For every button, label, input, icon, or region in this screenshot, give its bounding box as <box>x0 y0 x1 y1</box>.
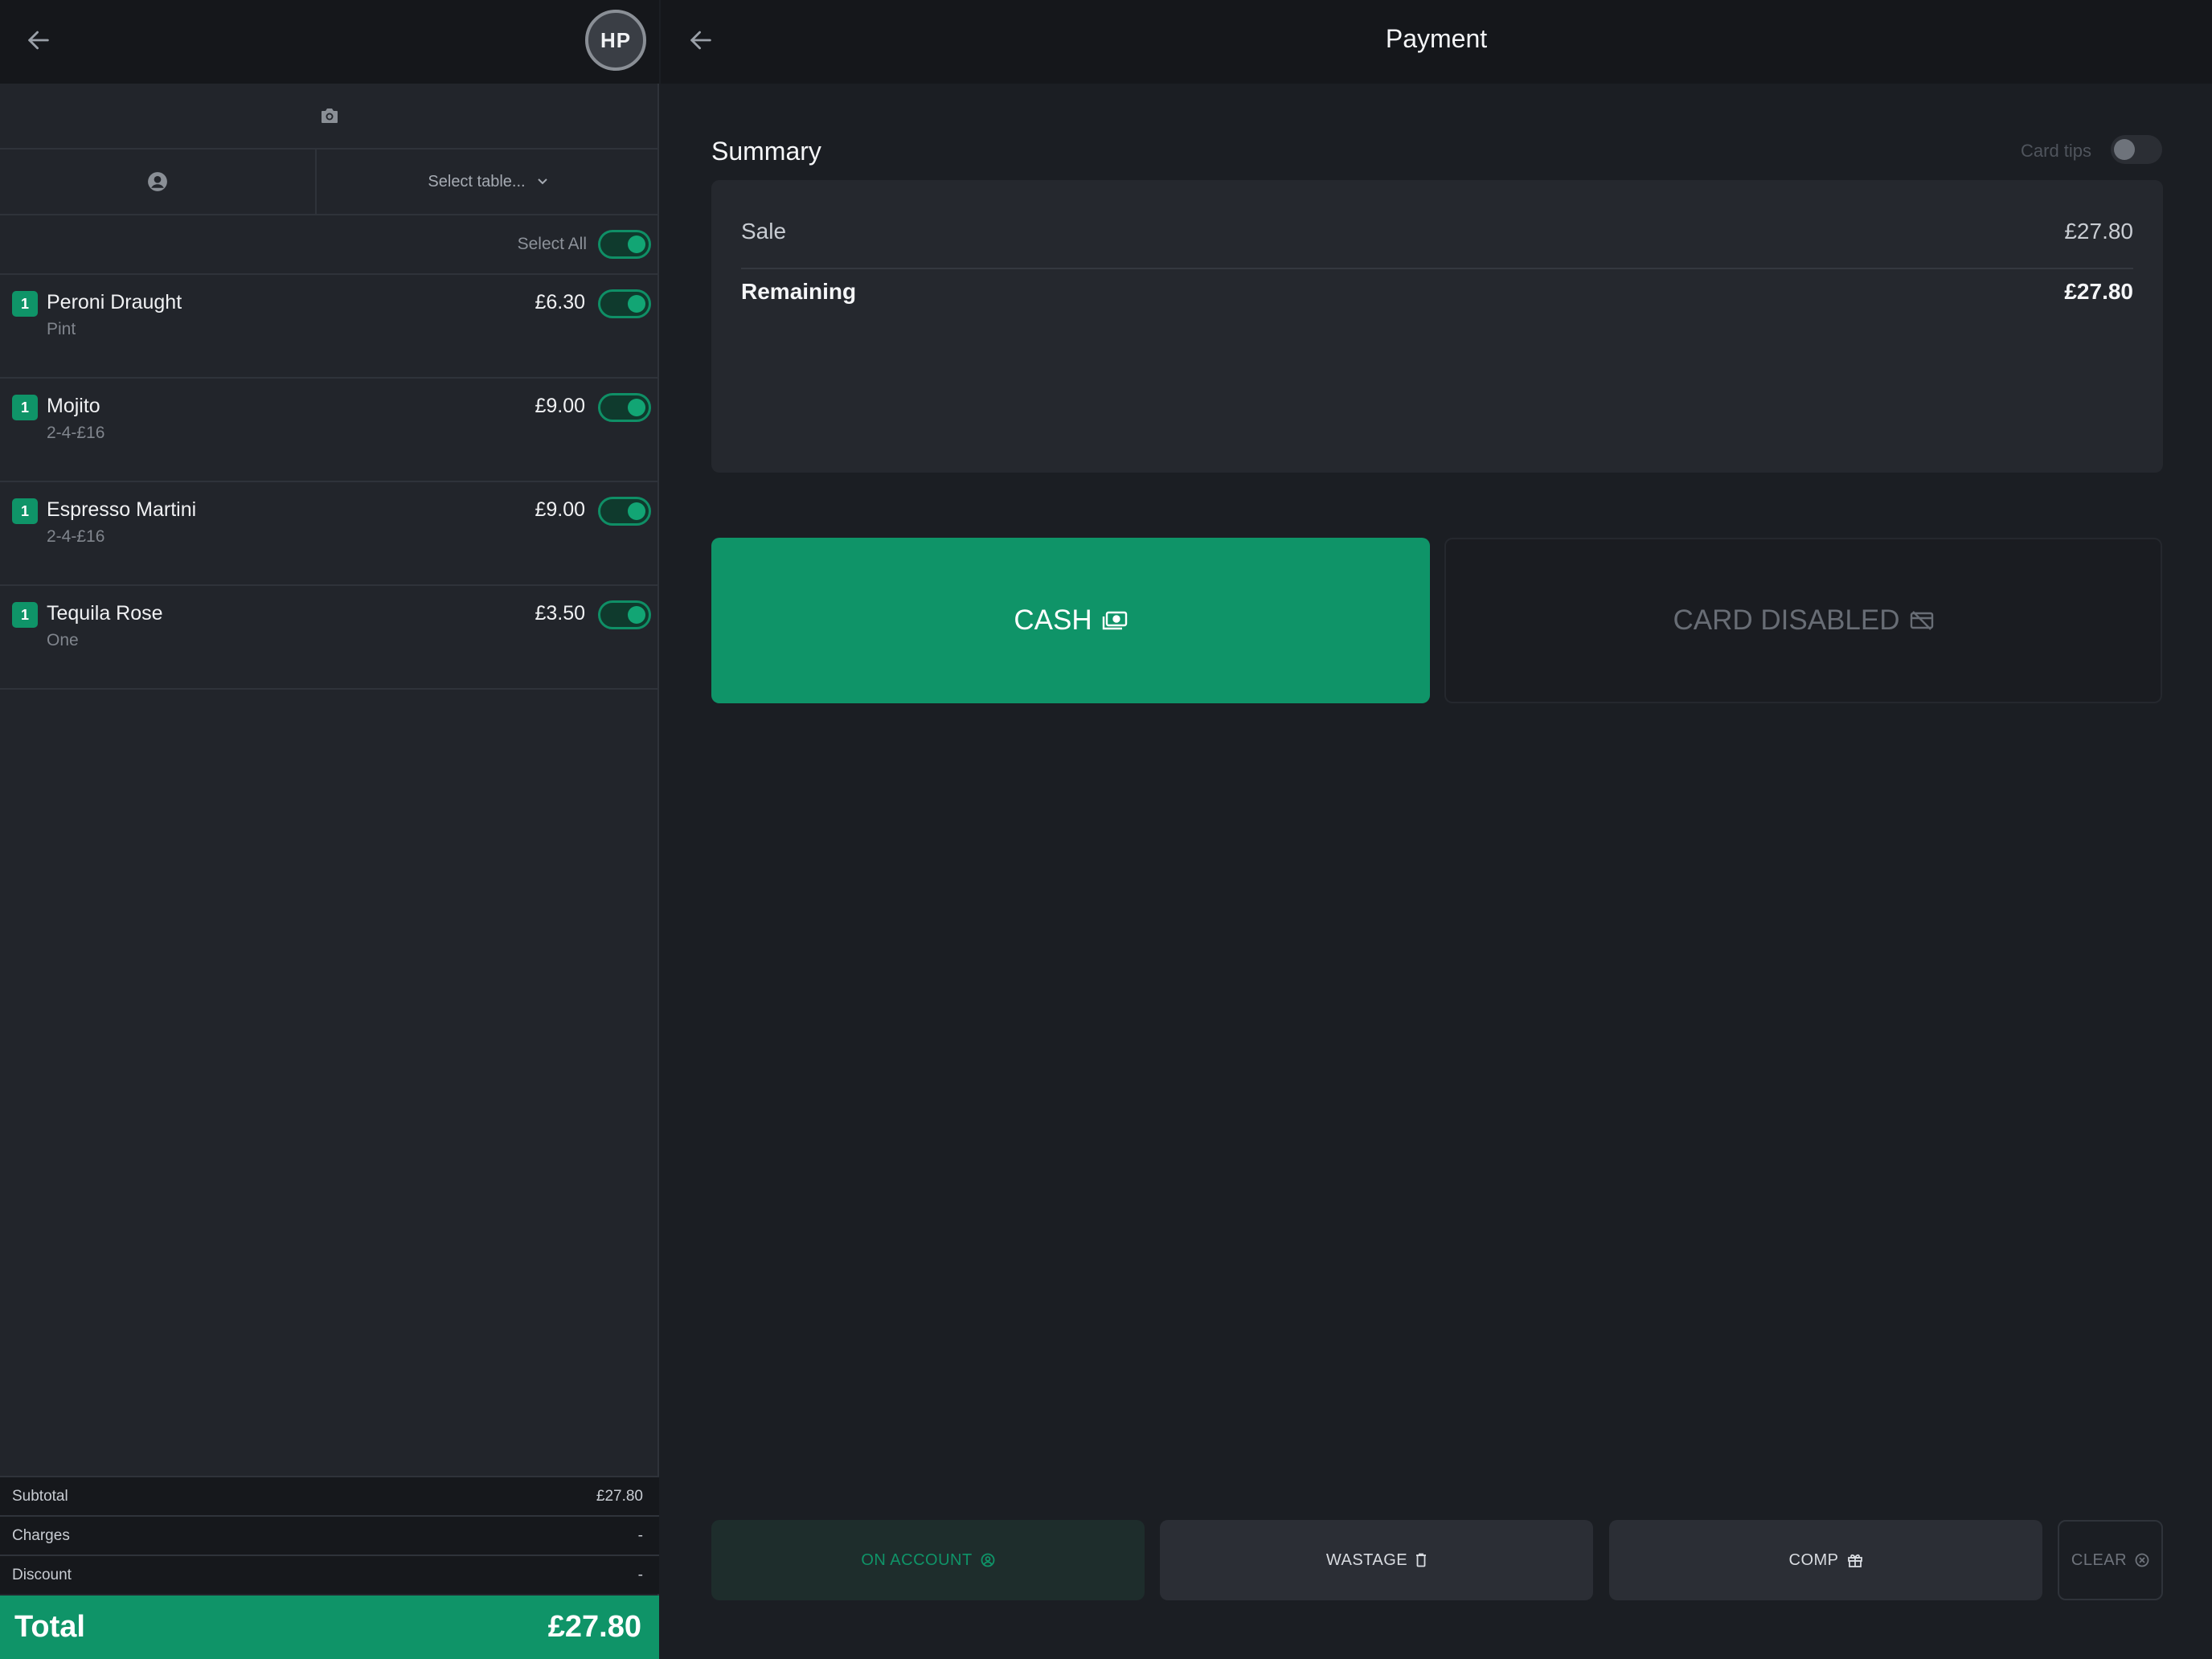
item-name: Mojito <box>47 395 100 417</box>
order-header: HP <box>0 0 659 84</box>
total-label: Total <box>14 1610 85 1644</box>
summary-box: Sale £27.80 Remaining £27.80 <box>711 180 2163 473</box>
item-price: £3.50 <box>535 602 585 625</box>
card-label: CARD DISABLED <box>1673 604 1900 636</box>
charges-label: Charges <box>12 1526 70 1544</box>
trash-icon <box>1416 1553 1427 1567</box>
wastage-button[interactable]: WASTAGE <box>1160 1520 1593 1600</box>
item-select-toggle[interactable] <box>598 393 651 422</box>
on-account-label: ON ACCOUNT <box>861 1550 973 1569</box>
clear-button[interactable]: CLEAR <box>2058 1520 2163 1600</box>
comp-button[interactable]: COMP <box>1609 1520 2042 1600</box>
arrow-left-icon <box>28 31 49 50</box>
select-all-label: Select All <box>517 235 587 253</box>
user-avatar[interactable]: HP <box>585 10 646 71</box>
item-qty-badge: 1 <box>12 498 38 524</box>
sale-value: £27.80 <box>2064 219 2133 244</box>
card-tips-label: Card tips <box>2021 141 2092 161</box>
customer-table-row: Select table... <box>0 150 659 215</box>
order-item[interactable]: 1 Peroni Draught Pint £6.30 <box>0 275 659 379</box>
item-variant: 2-4-£16 <box>47 424 105 442</box>
sale-row: Sale £27.80 <box>741 219 2133 244</box>
summary-divider <box>741 268 2133 269</box>
total-bar: Total £27.80 <box>0 1596 659 1659</box>
order-item[interactable]: 1 Espresso Martini 2-4-£16 £9.00 <box>0 482 659 586</box>
item-price: £9.00 <box>535 498 585 521</box>
order-item[interactable]: 1 Mojito 2-4-£16 £9.00 <box>0 379 659 482</box>
item-qty-badge: 1 <box>12 395 38 420</box>
customer-button[interactable] <box>0 150 317 214</box>
item-variant: 2-4-£16 <box>47 527 105 546</box>
item-qty-badge: 1 <box>12 602 38 628</box>
item-qty-badge: 1 <box>12 291 38 317</box>
item-select-toggle[interactable] <box>598 497 651 526</box>
summary-title: Summary <box>711 137 821 166</box>
item-select-toggle[interactable] <box>598 600 651 629</box>
item-name: Tequila Rose <box>47 602 163 625</box>
cash-label: CASH <box>1014 604 1092 636</box>
item-variant: Pint <box>47 320 76 338</box>
comp-label: COMP <box>1788 1550 1839 1569</box>
select-all-row: Select All <box>0 215 659 275</box>
item-variant: One <box>47 631 79 649</box>
remaining-label: Remaining <box>741 279 857 304</box>
chevron-down-icon <box>537 178 547 185</box>
item-select-toggle[interactable] <box>598 289 651 318</box>
discount-label: Discount <box>12 1566 72 1583</box>
total-value: £27.80 <box>547 1610 641 1644</box>
camera-icon <box>322 109 338 123</box>
wastage-label: WASTAGE <box>1325 1550 1408 1569</box>
item-price: £9.00 <box>535 395 585 417</box>
banknote-icon <box>1102 611 1127 630</box>
table-select-label: Select table... <box>428 172 526 190</box>
order-item[interactable]: 1 Tequila Rose One £3.50 <box>0 586 659 690</box>
card-tips-toggle[interactable] <box>2111 135 2162 164</box>
card-button-disabled: CARD DISABLED <box>1444 538 2162 703</box>
clear-label: CLEAR <box>2071 1550 2128 1569</box>
order-panel: HP Select table... Select All 1 Peroni D… <box>0 0 659 1659</box>
user-circle-icon <box>148 172 167 191</box>
table-select[interactable]: Select table... <box>317 150 659 214</box>
select-all-toggle[interactable] <box>598 230 651 259</box>
pos-screen: HP Select table... Select All 1 Peroni D… <box>0 0 2212 1659</box>
discount-row[interactable]: Discount - <box>0 1555 659 1594</box>
payment-header: Payment <box>661 0 2212 84</box>
charges-value: - <box>637 1526 643 1544</box>
payment-panel: Payment Summary Card tips Sale £27.80 Re… <box>661 0 2212 1659</box>
subtotal-value: £27.80 <box>596 1487 643 1505</box>
item-price: £6.30 <box>535 291 585 313</box>
order-totals: Subtotal £27.80 Charges - Discount - <box>0 1476 659 1594</box>
remaining-value: £27.80 <box>2064 279 2133 304</box>
subtotal-row: Subtotal £27.80 <box>0 1476 659 1515</box>
cash-button[interactable]: CASH <box>711 538 1430 703</box>
gift-icon <box>1847 1554 1862 1567</box>
account-circle-icon <box>981 1553 995 1567</box>
subtotal-label: Subtotal <box>12 1487 68 1505</box>
item-name: Peroni Draught <box>47 291 182 313</box>
page-title: Payment <box>1385 24 1488 53</box>
order-back-button[interactable] <box>14 16 63 64</box>
sale-label: Sale <box>741 219 787 244</box>
charges-row[interactable]: Charges - <box>0 1515 659 1555</box>
card-off-icon <box>1910 611 1933 630</box>
discount-value: - <box>637 1566 643 1583</box>
on-account-button[interactable]: ON ACCOUNT <box>711 1520 1145 1600</box>
close-circle-icon <box>2135 1553 2149 1567</box>
item-name: Espresso Martini <box>47 498 197 521</box>
camera-button[interactable] <box>0 84 659 150</box>
remaining-row: Remaining £27.80 <box>741 279 2133 305</box>
